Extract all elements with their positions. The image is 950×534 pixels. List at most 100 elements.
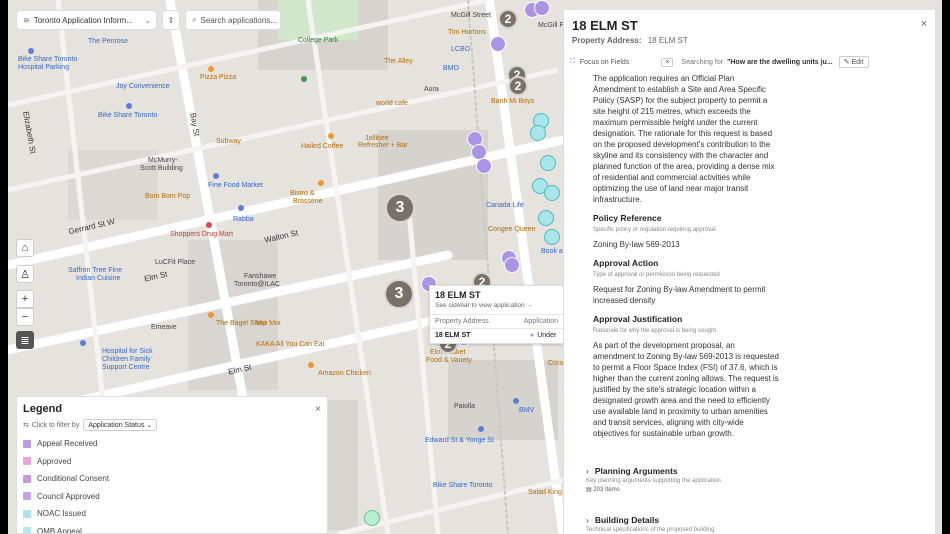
focus-icon: ⛶ [570, 58, 575, 65]
poi-label: Paiolla [454, 403, 476, 410]
share-button[interactable]: ⇪ [162, 10, 180, 30]
poi-marker[interactable] [80, 340, 86, 346]
application-marker[interactable] [534, 0, 550, 16]
poi-label: Saffron Tree Fine [68, 267, 122, 274]
legend-item[interactable]: Council Approved [19, 488, 327, 506]
poi-label: Amazon Chicken [318, 370, 371, 377]
accordion-building-details[interactable]: › Building Details Technical specificatio… [586, 515, 916, 533]
poi-marker[interactable] [328, 133, 334, 139]
application-cluster[interactable]: 2 [508, 76, 528, 96]
search-input[interactable]: Search applications... [200, 16, 277, 25]
poi-marker[interactable] [208, 66, 214, 72]
zoom-out-button[interactable]: − [16, 308, 34, 326]
zoom-in-button[interactable]: + [16, 290, 34, 308]
application-marker[interactable] [490, 36, 506, 52]
map-popup[interactable]: 18 ELM ST See sidebar to view applicatio… [429, 285, 564, 344]
poi-label: Fanshawe [244, 273, 277, 280]
legend-item-label: OMB Appeal [37, 526, 82, 534]
minus-icon: − [21, 311, 29, 323]
application-marker[interactable] [538, 210, 554, 226]
clear-search-button[interactable]: × [661, 57, 674, 67]
close-icon: × [315, 403, 321, 415]
legend-item[interactable]: OMB Appeal [19, 523, 327, 534]
poi-label: LCBO [451, 46, 471, 53]
basemap-button[interactable]: ≣ [16, 331, 34, 349]
section-value: Zoning By-law 569-2013 [593, 240, 680, 249]
application-marker[interactable] [504, 257, 520, 273]
poi-label: Shoppers Drug Mart [170, 231, 234, 238]
poi-label: Refresher + Bar [358, 142, 408, 149]
poi-label: Joy Convenience [116, 83, 170, 90]
poi-label: McGill Street [451, 12, 492, 19]
edit-button[interactable]: ✎ Edit [838, 56, 869, 68]
application-cluster[interactable]: 3 [385, 193, 415, 223]
poi-marker[interactable] [308, 362, 314, 368]
poi-label: Edward St & Yonge St [425, 437, 494, 444]
poi-marker[interactable] [208, 312, 214, 318]
accordion-planning-arguments[interactable]: › Planning Arguments Key planning argumen… [586, 466, 916, 493]
legend-close-button[interactable]: × [315, 404, 321, 415]
search-box[interactable]: ⌕ Search applications... [185, 10, 281, 30]
legend-swatch [23, 474, 31, 483]
close-icon: × [920, 18, 927, 30]
layer-select[interactable]: ≋ Toronto Application Inform... ⌄ [16, 10, 157, 30]
popup-link[interactable]: See sidebar to view application → [435, 302, 558, 309]
poi-label: The Alley [384, 58, 413, 65]
legend-item-label: Conditional Consent [37, 474, 110, 484]
legend-item[interactable]: Appeal Received [19, 435, 327, 453]
poi-marker[interactable] [301, 76, 307, 82]
field-section: Approval Justification Rationale for why … [593, 314, 779, 439]
accordion-title: Building Details [594, 515, 660, 525]
application-marker[interactable] [364, 510, 380, 526]
application-marker[interactable] [540, 155, 556, 171]
search-icon: ⌕ [192, 15, 197, 24]
poi-marker[interactable] [126, 103, 132, 109]
legend-swatch [23, 457, 31, 466]
panel-toolbar: ⛶ Focus on Fields × Searching for "How a… [564, 53, 935, 71]
layer-select-label: Toronto Application Inform... [33, 15, 133, 25]
field-section: Approval Action Type of approval or permi… [593, 258, 779, 306]
poi-label: Brasserie [293, 198, 323, 205]
legend-filter-select[interactable]: Application Status ⌄ [83, 419, 158, 431]
poi-label: Bistro & [290, 190, 315, 197]
application-marker[interactable] [544, 185, 560, 201]
application-marker[interactable] [476, 158, 492, 174]
poi-marker[interactable] [318, 180, 324, 186]
poi-marker[interactable] [213, 173, 219, 179]
layers-icon: ≋ [23, 15, 30, 25]
application-cluster[interactable]: 3 [384, 279, 414, 309]
accordion-subtitle: Key planning arguments supporting the ap… [586, 478, 721, 484]
address-label: Property Address: [572, 36, 642, 45]
poi-label: Emeave [151, 324, 177, 331]
poi-label: Jollibee [365, 135, 389, 142]
application-marker[interactable] [530, 125, 546, 141]
filter-icon: ⇆ [23, 422, 29, 429]
legend-items: Appeal Received Approved Conditional Conse… [17, 435, 327, 534]
focus-fields-button[interactable]: ⛶ Focus on Fields [570, 58, 629, 66]
popup-status-value: Under [537, 332, 557, 339]
poi-marker[interactable] [28, 48, 34, 54]
poi-marker[interactable] [206, 222, 212, 228]
home-button[interactable]: ⌂ [16, 239, 34, 257]
poi-marker[interactable] [478, 426, 484, 432]
legend-swatch [23, 527, 31, 533]
legend-item[interactable]: NOAC Issued [19, 505, 327, 523]
locate-button[interactable]: ♙ [16, 265, 34, 283]
poi-label: Bike Share Toronto [18, 56, 78, 63]
application-marker[interactable] [544, 229, 560, 245]
stack-icon: ≣ [20, 334, 30, 347]
poi-marker[interactable] [238, 205, 244, 211]
poi-label: Moi Moi [256, 320, 281, 327]
legend-item[interactable]: Approved [19, 453, 327, 471]
poi-label: Cora [548, 360, 564, 367]
panel-title: 18 ELM ST [572, 18, 638, 33]
poi-label: Support Centre [102, 364, 150, 371]
panel-close-button[interactable]: × [921, 18, 927, 33]
legend-item-label: Council Approved [37, 491, 100, 501]
legend-item[interactable]: Conditional Consent [19, 470, 327, 488]
chevron-down-icon: ⌄ [146, 422, 153, 429]
field-section: Policy Reference Specific policy or regul… [593, 213, 779, 250]
poi-marker[interactable] [513, 398, 519, 404]
application-cluster[interactable]: 2 [498, 9, 518, 29]
intro-text: The application requires an Official Pla… [593, 74, 775, 204]
